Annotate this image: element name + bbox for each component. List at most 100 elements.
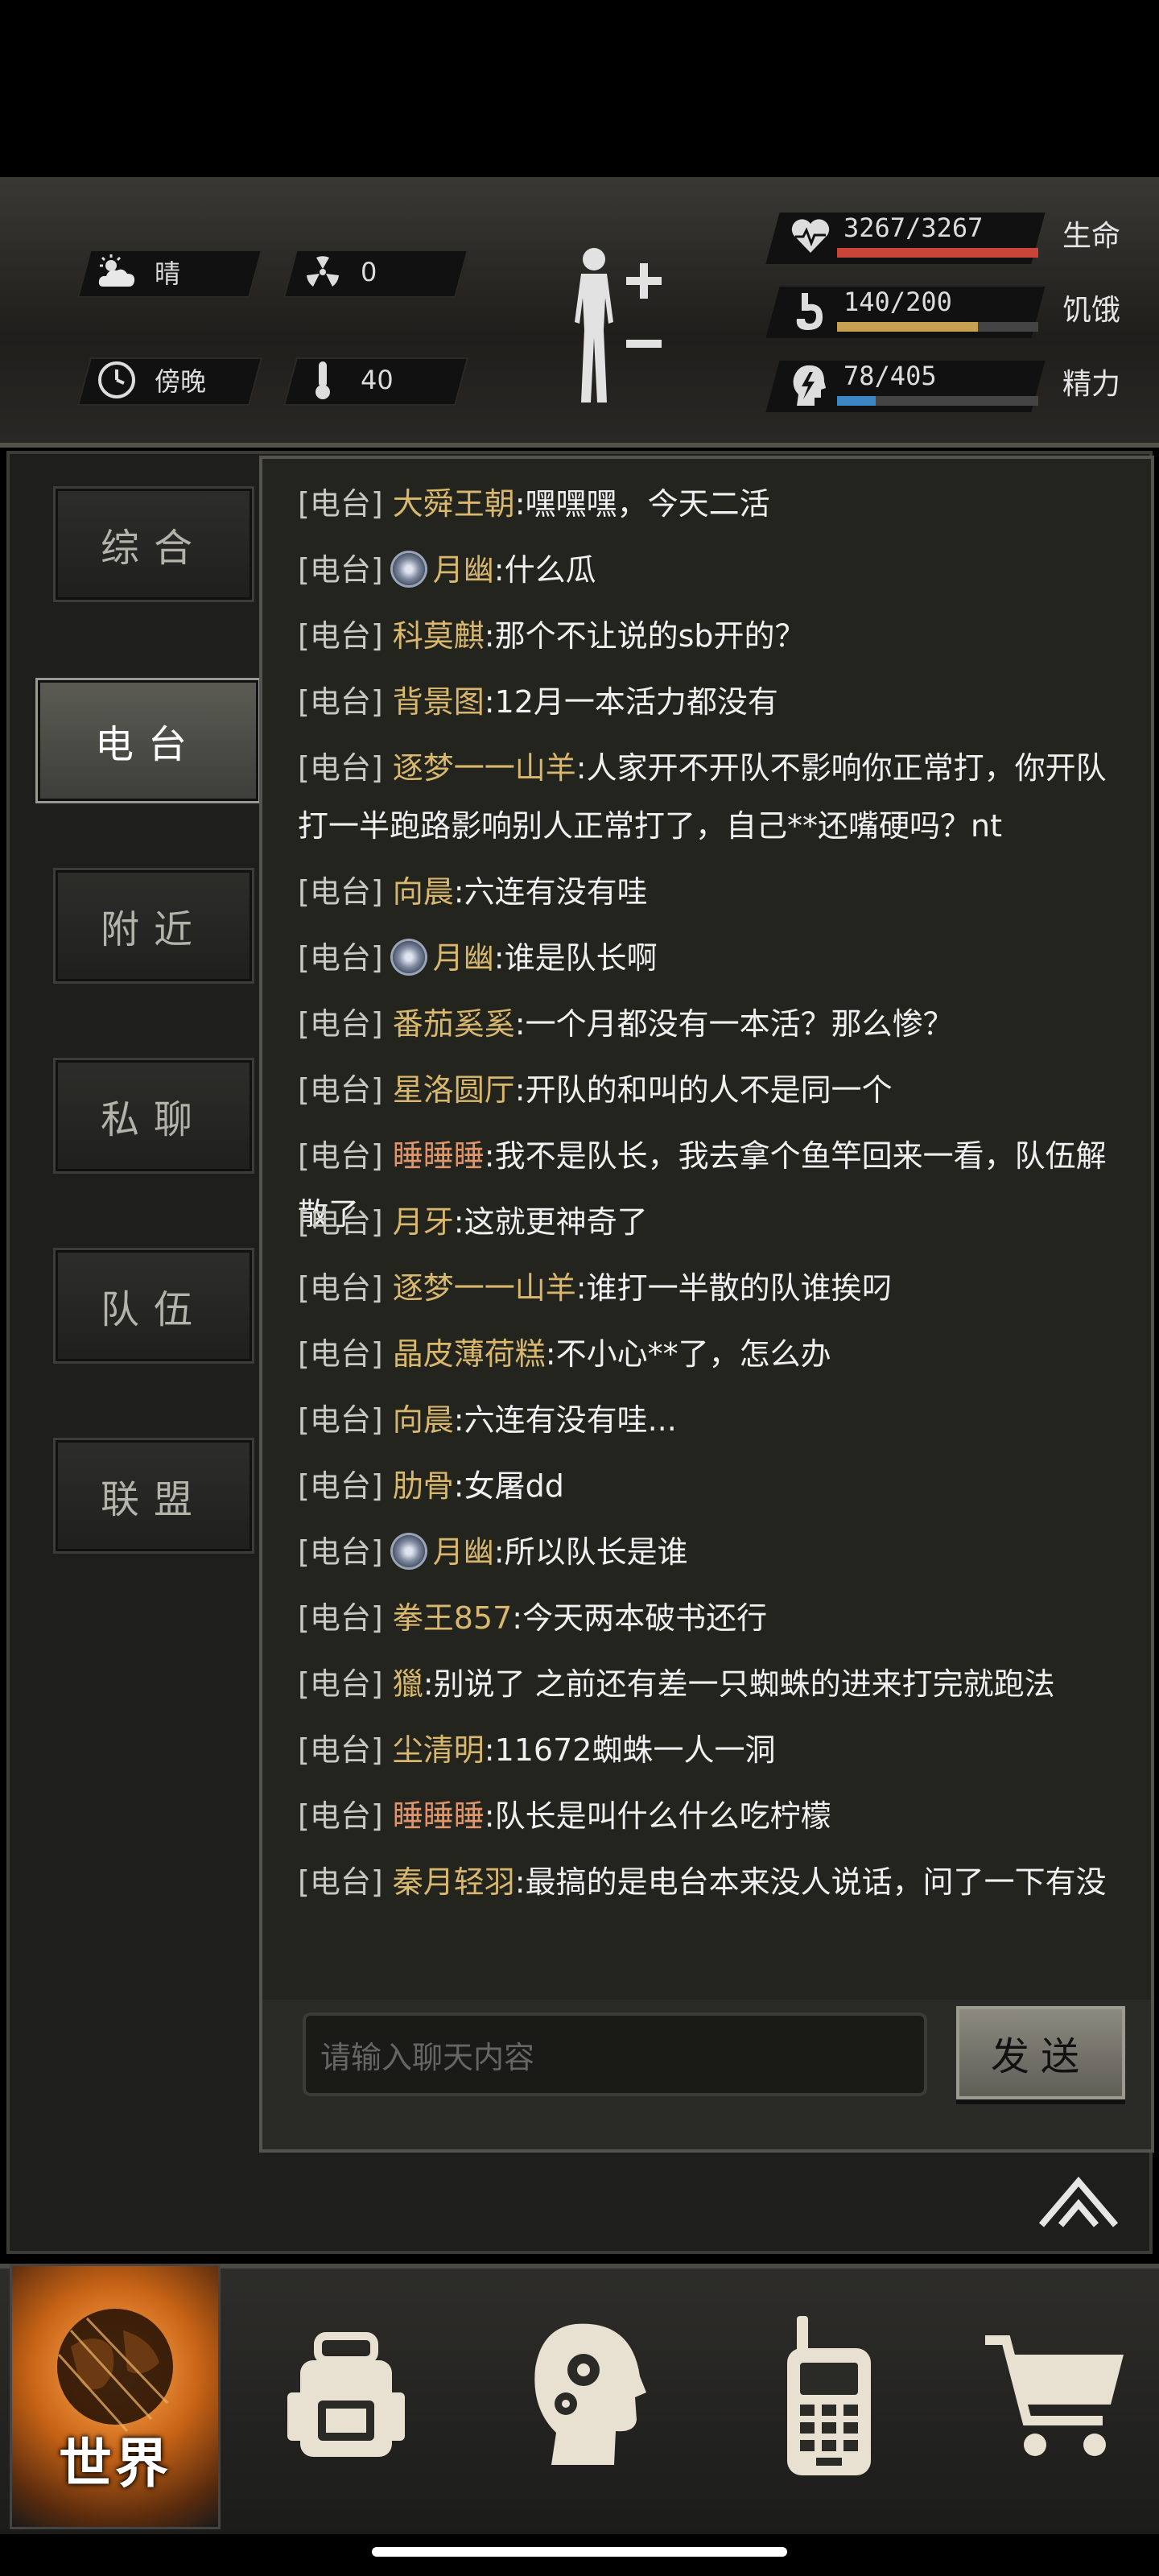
chat-message: [电台] 向晨:六连有没有哇... <box>298 1391 1119 1449</box>
nav-radio[interactable] <box>724 2264 934 2529</box>
vip-badge-icon <box>392 941 425 973</box>
nav-inventory[interactable] <box>241 2264 451 2529</box>
sender-name[interactable]: 月牙 <box>393 1204 454 1240</box>
status-panel: 晴 0 傍晚 40 3267/3267 生命 140/200 饥饿 78/405… <box>0 177 1159 448</box>
channel-tag: [电台] <box>298 1468 383 1504</box>
sender-name[interactable]: 月幽 <box>433 552 494 588</box>
chat-message: [电台] 月幽:什么瓜 <box>298 541 1119 599</box>
chat-message: [电台] 肋骨:女屠dd <box>298 1457 1119 1515</box>
weather-label: 晴 <box>155 258 181 289</box>
sender-name[interactable]: 秦月轻羽 <box>393 1864 515 1900</box>
stomach-icon <box>790 291 827 335</box>
hunger-bar <box>837 322 1038 332</box>
energy-bar <box>837 396 1038 406</box>
nav-world[interactable]: 世界 <box>10 2264 221 2529</box>
chat-input[interactable]: 请输入聊天内容 <box>303 2013 927 2096</box>
health-bar <box>837 248 1038 258</box>
sender-name[interactable]: 大舜王朝 <box>393 486 515 522</box>
channel-tag: [电台] <box>298 1402 383 1438</box>
message-text: :最搞的是电台本来没人说话，问了一下有没 <box>514 1864 1107 1900</box>
channel-tag: [电台] <box>298 750 383 786</box>
energy-label: 精力 <box>1062 368 1121 401</box>
sender-name[interactable]: 肋骨 <box>393 1468 454 1504</box>
chat-message: [电台] 獵:别说了 之前还有差一只蜘蛛的进来打完就跑法 <box>298 1655 1119 1713</box>
sender-name[interactable]: 月幽 <box>433 940 494 976</box>
tab-alliance[interactable]: 联盟 <box>53 1438 254 1554</box>
hunger-label: 饥饿 <box>1062 294 1121 327</box>
radiation-icon <box>303 252 343 292</box>
backpack-icon <box>287 2332 405 2457</box>
send-button[interactable]: 发送 <box>956 2006 1125 2099</box>
temperature-indicator: 40 <box>303 357 394 402</box>
chat-message: [电台] 番茄奚奚:一个月都没有一本活？那么惨？ <box>298 995 1119 1053</box>
channel-tag: [电台] <box>298 552 383 588</box>
tab-team[interactable]: 队伍 <box>53 1248 254 1364</box>
nav-shop[interactable] <box>950 2264 1159 2529</box>
channel-tag: [电台] <box>298 1798 383 1834</box>
sender-name[interactable]: 睡睡睡 <box>393 1138 485 1174</box>
message-text: :这就更神奇了 <box>453 1204 648 1240</box>
chat-panel: [电台] 大舜王朝:嘿嘿嘿，今天二活 [电台] 月幽:什么瓜 [电台] 科莫麒:那个… <box>259 456 1154 2153</box>
sender-name[interactable]: 逐梦一一山羊 <box>393 1270 576 1306</box>
message-text: :所以队长是谁 <box>493 1534 688 1570</box>
head-lightning-icon <box>790 364 827 411</box>
nav-skills[interactable] <box>483 2264 692 2529</box>
sender-name[interactable]: 向晨 <box>393 874 454 910</box>
sender-name[interactable]: 逐梦一一山羊 <box>393 750 576 786</box>
tab-private[interactable]: 私聊 <box>53 1058 254 1174</box>
chat-message: [电台] 睡睡睡:队长是叫什么什么吃柠檬 <box>298 1787 1119 1845</box>
tab-radio[interactable]: 电台 <box>35 678 261 803</box>
health-stat: 3267/3267 生命 <box>765 213 1143 264</box>
message-text: :什么瓜 <box>493 552 596 588</box>
message-list[interactable]: [电台] 大舜王朝:嘿嘿嘿，今天二活 [电台] 月幽:什么瓜 [电台] 科莫麒:那个… <box>262 459 1151 2000</box>
scroll-top-button[interactable] <box>1038 2174 1119 2230</box>
channel-tag: [电台] <box>298 1204 383 1240</box>
channel-tag: [电台] <box>298 940 383 976</box>
channel-tag: [电台] <box>298 1534 383 1570</box>
message-text: :谁是队长啊 <box>493 940 658 976</box>
sender-name[interactable]: 番茄奚奚 <box>393 1006 515 1042</box>
chat-message: [电台] 秦月轻羽:最搞的是电台本来没人说话，问了一下有没 <box>298 1853 1119 1911</box>
sender-name[interactable]: 獵 <box>393 1666 423 1702</box>
temperature-value: 40 <box>361 365 394 395</box>
body-silhouette-icon <box>575 248 662 402</box>
body-status-button[interactable] <box>560 242 673 414</box>
channel-tag: [电台] <box>298 1666 383 1702</box>
message-text: :队长是叫什么什么吃柠檬 <box>484 1798 831 1834</box>
tab-nearby[interactable]: 附近 <box>53 868 254 984</box>
sender-name[interactable]: 拳王857 <box>393 1600 513 1636</box>
chat-message: [电台] 向晨:六连有没有哇 <box>298 863 1119 921</box>
channel-tag: [电台] <box>298 1732 383 1768</box>
time-label: 傍晚 <box>155 366 207 397</box>
chat-message: [电台] 晶皮薄荷糕:不小心**了，怎么办 <box>298 1325 1119 1383</box>
channel-tag: [电台] <box>298 1006 383 1042</box>
chat-message: [电台] 背景图:12月一本活力都没有 <box>298 673 1119 731</box>
health-value: 3267/3267 <box>843 213 984 243</box>
channel-tag: [电台] <box>298 1864 383 1900</box>
hunger-value: 140/200 <box>843 287 952 317</box>
radiation-indicator: 0 <box>303 250 377 295</box>
tab-general[interactable]: 综合 <box>53 486 254 602</box>
sender-name[interactable]: 睡睡睡 <box>393 1798 485 1834</box>
chat-message: [电台] 月幽:谁是队长啊 <box>298 929 1119 987</box>
nav-world-label: 世界 <box>59 2433 171 2495</box>
sender-name[interactable]: 科莫麒 <box>393 618 485 654</box>
sender-name[interactable]: 背景图 <box>393 684 485 720</box>
channel-tag: [电台] <box>298 486 383 522</box>
clock-icon <box>97 360 137 400</box>
vip-badge-icon <box>392 1535 425 1567</box>
sender-name[interactable]: 向晨 <box>393 1402 454 1438</box>
sender-name[interactable]: 星洛圆厅 <box>393 1072 515 1108</box>
double-chevron-up-icon <box>1038 2176 1119 2227</box>
home-indicator <box>372 2547 787 2557</box>
sender-name[interactable]: 月幽 <box>433 1534 494 1570</box>
chat-message: [电台] 尘清明:11672蜘蛛一人一洞 <box>298 1721 1119 1779</box>
channel-tag: [电台] <box>298 618 383 654</box>
message-text: :今天两本破书还行 <box>512 1600 768 1636</box>
sender-name[interactable]: 尘清明 <box>393 1732 485 1768</box>
chat-message: [电台] 逐梦一一山羊:谁打一半散的队谁挨叼 <box>298 1259 1119 1317</box>
chat-message: [电台] 大舜王朝:嘿嘿嘿，今天二活 <box>298 475 1119 533</box>
head-gears-icon <box>534 2323 646 2465</box>
sender-name[interactable]: 晶皮薄荷糕 <box>393 1336 546 1372</box>
vip-badge-icon <box>392 553 425 585</box>
